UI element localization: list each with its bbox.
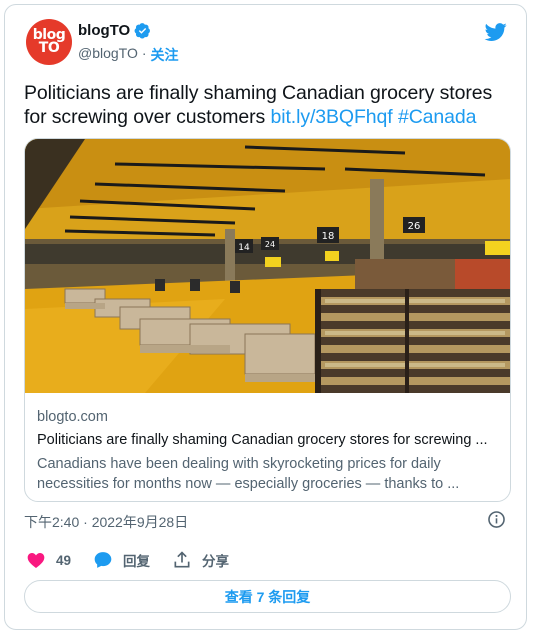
like-button[interactable]: 49	[26, 550, 71, 570]
avatar[interactable]: blog TO	[26, 19, 72, 65]
follow-button[interactable]: 关注	[151, 45, 179, 65]
separator-dot: ·	[141, 45, 147, 61]
author-name[interactable]: blogTO	[78, 22, 130, 39]
tweet-embed-card: blog TO blogTO @blogTO · 关注 Politicians …	[4, 4, 527, 630]
tweet-text: Politicians are finally shaming Canadian…	[24, 81, 510, 129]
author-handle-row: @blogTO · 关注	[78, 45, 179, 65]
share-icon	[174, 551, 190, 568]
tweet-actions: 49 回复 分享	[26, 550, 251, 570]
share-label: 分享	[202, 554, 230, 569]
link-preview-card[interactable]: 14 18 26 24 blogto.com Politicians are f…	[24, 138, 511, 502]
aisle-sign-26: 26	[408, 221, 421, 232]
reply-button[interactable]: 回复	[93, 550, 150, 570]
link-card-title: Politicians are finally shaming Canadian…	[37, 432, 488, 448]
avatar-logo-line2: TO	[38, 40, 60, 56]
aisle-sign-18: 18	[322, 231, 335, 242]
tweet-hashtag[interactable]: #Canada	[398, 106, 477, 128]
aisle-sign-14: 14	[238, 243, 250, 253]
grocery-store-image[interactable]: 14 18 26 24	[25, 139, 511, 393]
link-card-domain: blogto.com	[37, 409, 108, 425]
link-card-description: Canadians have been dealing with skyrock…	[37, 456, 460, 492]
like-count: 49	[56, 552, 72, 568]
reply-bubble-icon	[94, 552, 112, 568]
reply-label: 回复	[123, 554, 151, 569]
author-name-row[interactable]: blogTO	[78, 22, 151, 39]
verified-badge-icon	[134, 23, 151, 39]
aisle-sign-24: 24	[265, 240, 275, 249]
tweet-timestamp[interactable]: 下午2:40 · 2022年9月28日	[24, 512, 188, 532]
info-icon[interactable]	[487, 510, 506, 529]
view-replies-button[interactable]: 查看 7 条回复	[24, 580, 511, 613]
author-handle[interactable]: @blogTO	[78, 45, 138, 65]
twitter-bird-icon[interactable]	[484, 21, 508, 43]
share-button[interactable]: 分享	[172, 550, 229, 570]
tweet-link[interactable]: bit.ly/3BQFhqf	[270, 106, 392, 128]
heart-icon	[27, 553, 45, 568]
